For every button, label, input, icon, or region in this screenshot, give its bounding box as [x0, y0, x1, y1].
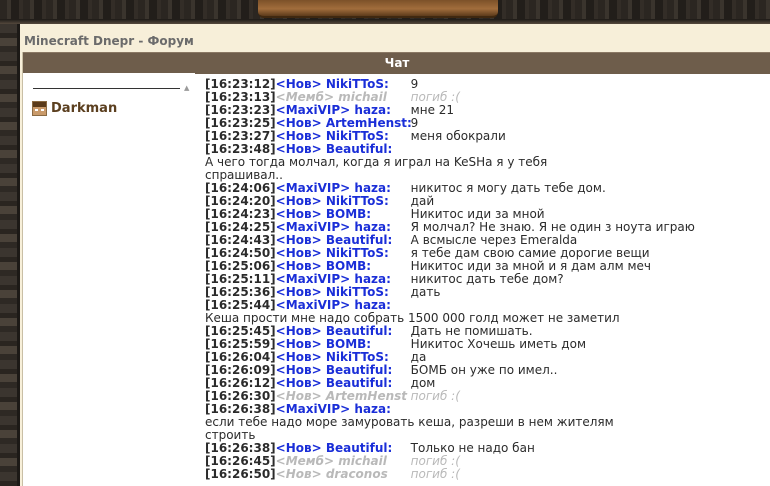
player-head-icon: [32, 100, 47, 116]
message-time: [16:24:20]: [205, 194, 276, 208]
message-text: Никитос иди за мной: [410, 207, 545, 221]
message-text: дать: [410, 285, 441, 299]
message-text: я тебе дам свою самие дорогие вещи: [410, 246, 650, 260]
left-stone-border: [0, 24, 20, 486]
message-text: Я молчал? Не знаю. Я не один з ноута игр…: [410, 220, 695, 234]
message-text: да: [410, 350, 427, 364]
message-text: погиб :(: [410, 467, 460, 481]
message-text: дом: [410, 376, 436, 390]
chat-panel: Чат ▲ Darkman [16:23:12]<Нов> NikiTToS: 9…: [22, 52, 770, 486]
message-time: [16:24:25]: [205, 220, 276, 234]
chat-message-continuation: если тебе надо море замуровать кеша, раз…: [205, 416, 770, 429]
message-text: погиб :(: [410, 90, 460, 104]
chat-messages: [16:23:12]<Нов> NikiTToS: 9 [16:23:13]<Мем…: [205, 78, 770, 486]
message-time: [16:26:30]: [205, 389, 276, 403]
message-time: [16:23:13]: [205, 90, 276, 104]
message-time: [16:25:45]: [205, 324, 276, 338]
message-time: [16:26:12]: [205, 376, 276, 390]
message-author[interactable]: <Нов> draconos: [276, 468, 411, 481]
message-time: [16:23:27]: [205, 129, 276, 143]
message-time: [16:24:50]: [205, 246, 276, 260]
online-users-pane: ▲ Darkman: [23, 73, 195, 486]
message-time: [16:26:50]: [205, 467, 276, 481]
message-time: [16:26:04]: [205, 350, 276, 364]
message-text: никитос дать тебе дом?: [410, 272, 564, 286]
message-time: [16:25:36]: [205, 285, 276, 299]
message-text: Никитос Хочешь иметь дом: [410, 337, 586, 351]
message-text: погиб :(: [410, 454, 460, 468]
forum-title-link[interactable]: Minecraft Dnepr - Форум: [24, 34, 194, 48]
message-time: [16:25:59]: [205, 337, 276, 351]
message-text: Дать не помишать.: [410, 324, 533, 338]
message-time: [16:25:44]: [205, 298, 276, 312]
message-text: никитос я могу дать тебе дом.: [410, 181, 606, 195]
message-text: БОМБ он уже по имел..: [410, 363, 558, 377]
message-text: погиб :(: [410, 389, 460, 403]
online-user-darkman[interactable]: Darkman: [32, 99, 117, 117]
message-time: [16:24:06]: [205, 181, 276, 195]
message-time: [16:23:25]: [205, 116, 276, 130]
message-time: [16:25:11]: [205, 272, 276, 286]
message-time: [16:23:23]: [205, 103, 276, 117]
message-time: [16:26:38]: [205, 441, 276, 455]
chat-message-continuation: А чего тогда молчал, когда я играл на Ke…: [205, 156, 770, 169]
message-text: А чего тогда молчал, когда я играл на Ke…: [205, 155, 548, 169]
message-time: [16:26:45]: [205, 454, 276, 468]
scroll-up-arrow-icon[interactable]: ▲: [184, 84, 189, 92]
message-time: [16:24:23]: [205, 207, 276, 221]
chat-header: Чат: [23, 52, 770, 74]
message-text: Только не надо бан: [410, 441, 535, 455]
message-text: строить: [205, 428, 256, 442]
message-text: меня обокрали: [410, 129, 506, 143]
message-text: А всмысле через Emeralda: [410, 233, 578, 247]
chat-message: [16:26:50]<Нов> draconos погиб :(: [205, 468, 770, 481]
message-text: Никитос иди за мной и я дам алм меч: [410, 259, 651, 273]
message-time: [16:25:06]: [205, 259, 276, 273]
message-text: если тебе надо море замуровать кеша, раз…: [205, 415, 614, 429]
message-text: дай: [410, 194, 435, 208]
users-divider: [33, 88, 180, 89]
message-text: спрашивал..: [205, 168, 283, 182]
online-user-name: Darkman: [51, 100, 118, 116]
message-text: 9: [410, 116, 419, 130]
header-wood-banner: [258, 0, 498, 18]
message-time: [16:26:38]: [205, 402, 276, 416]
message-time: [16:23:48]: [205, 142, 276, 156]
message-time: [16:26:09]: [205, 363, 276, 377]
message-time: [16:24:43]: [205, 233, 276, 247]
message-text: мне 21: [410, 103, 455, 117]
message-text: Кеша прости мне надо собрать 1500 000 го…: [205, 311, 620, 325]
